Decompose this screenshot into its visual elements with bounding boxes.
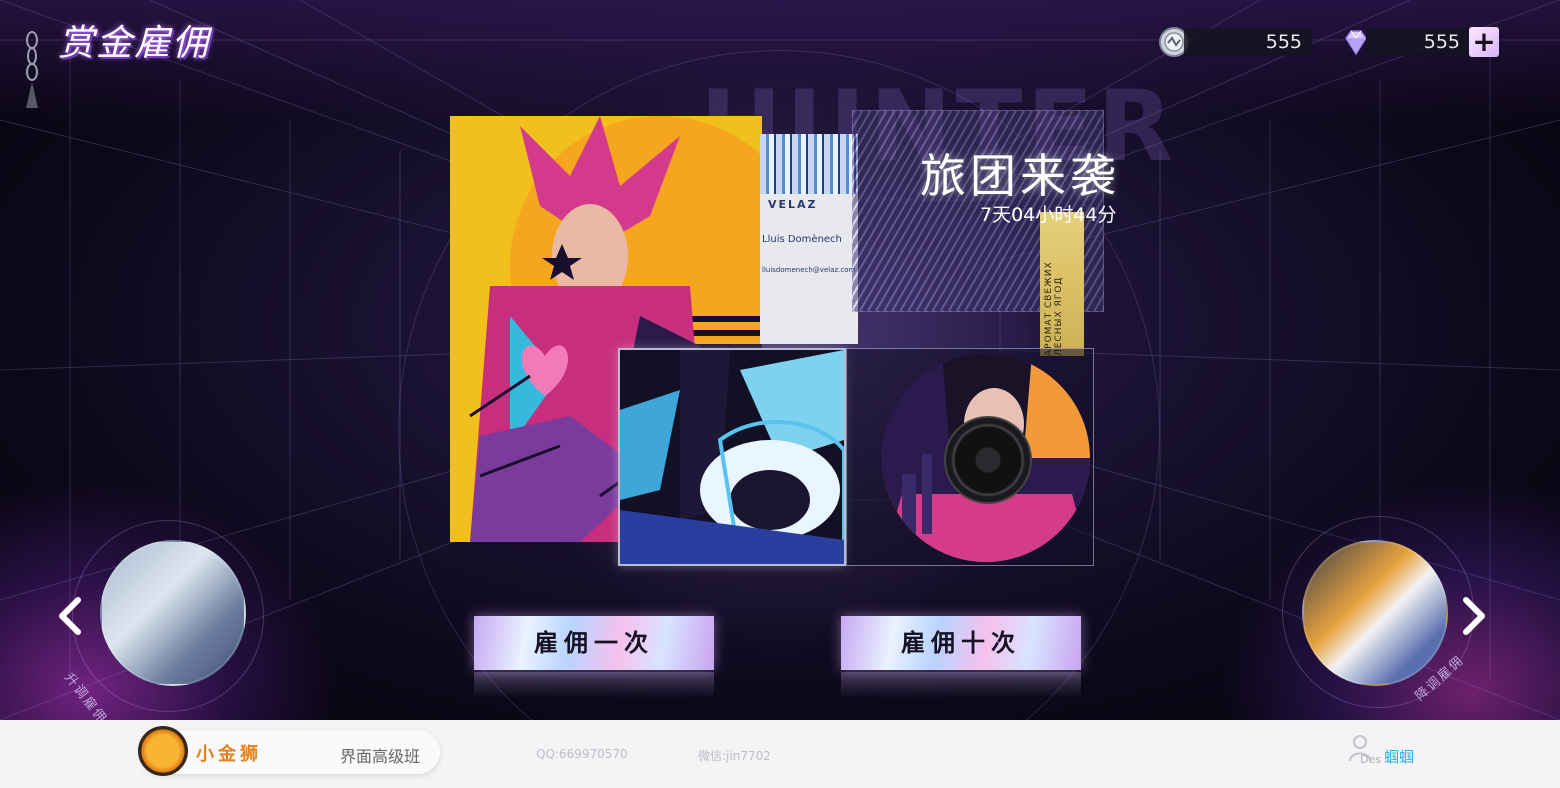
- game-scene: HUNTER 赏金雇佣 555 555 +: [0, 0, 1560, 720]
- lion-logo-icon: [138, 726, 188, 776]
- event-title: 旅团来袭: [920, 149, 1120, 203]
- hire-ten-button[interactable]: 雇佣十次: [841, 616, 1081, 670]
- card-brand: VELAZ: [768, 198, 818, 211]
- skull-art-image: [620, 350, 846, 566]
- user-name: 蝈蝈: [1384, 748, 1415, 766]
- event-countdown: 7天04小时44分: [980, 204, 1117, 226]
- left-character-portrait[interactable]: [100, 540, 246, 686]
- arrow-right-icon[interactable]: [1458, 596, 1488, 636]
- brand-name: 小金狮: [196, 744, 262, 765]
- gold-label-strip: АРОМАТ СВЕЖИХ ЛЕСНЫХ ЯГОД: [1040, 212, 1084, 356]
- hire-once-button[interactable]: 雇佣一次: [474, 616, 714, 670]
- user-designation: Des: [1360, 753, 1381, 766]
- cd-hub: [944, 416, 1032, 504]
- right-character-portrait[interactable]: [1302, 540, 1448, 686]
- gem-counter: 555: [1366, 28, 1470, 56]
- hire-once-reflection: [474, 672, 714, 698]
- strip-text: АРОМАТ СВЕЖИХ ЛЕСНЫХ ЯГОД: [1044, 261, 1064, 356]
- card-barcode-art: [760, 134, 858, 194]
- arrow-left-icon[interactable]: [56, 596, 86, 636]
- qq-contact: QQ:669970570: [536, 747, 628, 761]
- wechat-contact: 微信:jin7702: [698, 749, 771, 763]
- coin-counter: 555: [1184, 28, 1312, 56]
- add-gems-button[interactable]: +: [1469, 27, 1499, 57]
- card-email: lluisdomenech@velaz.com: [762, 266, 856, 274]
- cd-case-front: [618, 348, 846, 566]
- course-name: 界面高级班: [340, 747, 421, 766]
- card-person: Lluis Domènech: [762, 234, 842, 245]
- velaz-business-card: VELAZ Lluis Domènech lluisdomenech@velaz…: [760, 134, 858, 344]
- footer-bar: 小金狮 界面高级班 QQ:669970570 微信:jin7702 Des 蝈蝈: [0, 720, 1560, 788]
- chain-icon: [26, 31, 38, 108]
- page-title: 赏金雇佣: [58, 23, 211, 64]
- hire-ten-reflection: [841, 672, 1081, 698]
